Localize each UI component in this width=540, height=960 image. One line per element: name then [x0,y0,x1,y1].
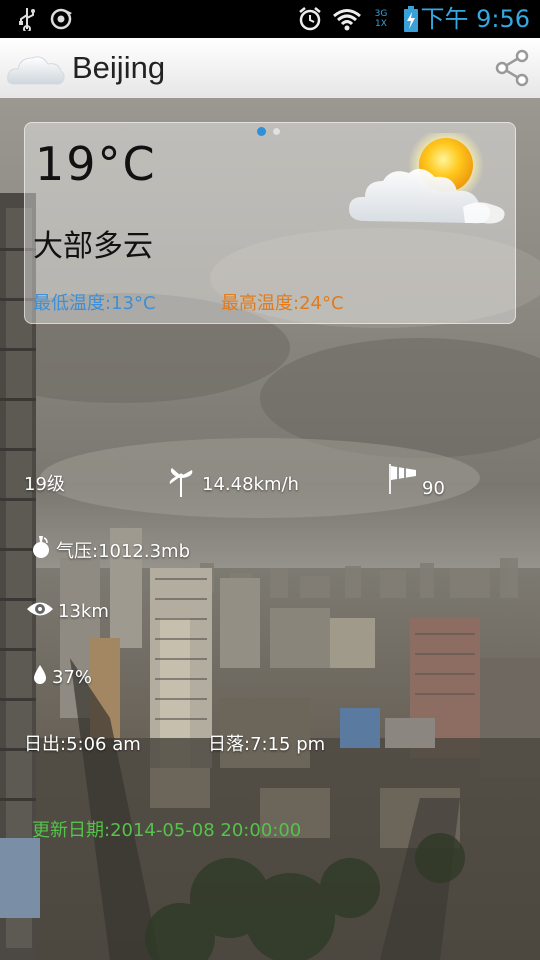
high-temperature: 最高温度:24°C [221,293,344,314]
cloud-icon[interactable] [6,44,66,92]
wind-turbine-icon [164,466,198,503]
alarm-icon [296,4,324,34]
battery-charging-icon [400,4,422,34]
sunrise-text: 日出:5:06 am [24,734,141,755]
pressure-text: 气压:1012.3mb [56,540,191,562]
network-type-bottom: 1X [375,19,387,29]
low-temperature: 最低温度:13°C [33,293,156,314]
wind-direction-text: 90 [422,478,445,499]
page-dot-active [257,127,266,136]
wifi-icon [331,4,363,34]
page-dot [272,127,281,136]
current-weather-card[interactable]: 19°C 大部多云 最低温度:13°C 最高温度:24°C [24,122,516,324]
wind-level-text: 19级 [24,474,65,495]
action-bar: Beijing [0,38,540,99]
weather-condition: 大部多云 [33,229,153,264]
humidity-text: 37% [52,667,93,688]
status-time: 下午 9:56 [420,5,530,33]
eye-icon [26,600,54,623]
wind-direction: 90 [388,462,445,499]
visibility: 13km [26,600,109,623]
sunset-text: 日落:7:15 pm [208,734,326,755]
sunset: 日落:7:15 pm [208,730,325,756]
current-temperature: 19°C [35,137,157,191]
last-updated: 更新日期:2014-05-08 20:00:00 [32,820,302,841]
wind-speed-text: 14.48km/h [202,474,299,495]
sync-icon [48,4,76,34]
visibility-text: 13km [58,601,109,622]
humidity: 37% [32,664,92,691]
usb-icon [14,4,40,34]
water-drop-icon [32,664,48,691]
partly-cloudy-icon [343,127,511,233]
sunrise: 日出:5:06 am [24,730,141,756]
page-indicator [257,127,281,136]
wind-level: 19级 [24,470,65,496]
status-bar: 3G 1X 下午 9:56 [0,0,540,38]
pressure-icon [30,534,52,565]
network-type-top: 3G [374,9,388,19]
windsock-icon [388,462,418,499]
share-icon[interactable] [492,48,532,88]
pressure: 气压:1012.3mb [30,534,190,565]
city-title: Beijing [72,50,166,85]
network-icon: 3G 1X [367,4,395,34]
wind-speed: 14.48km/h [164,466,299,503]
